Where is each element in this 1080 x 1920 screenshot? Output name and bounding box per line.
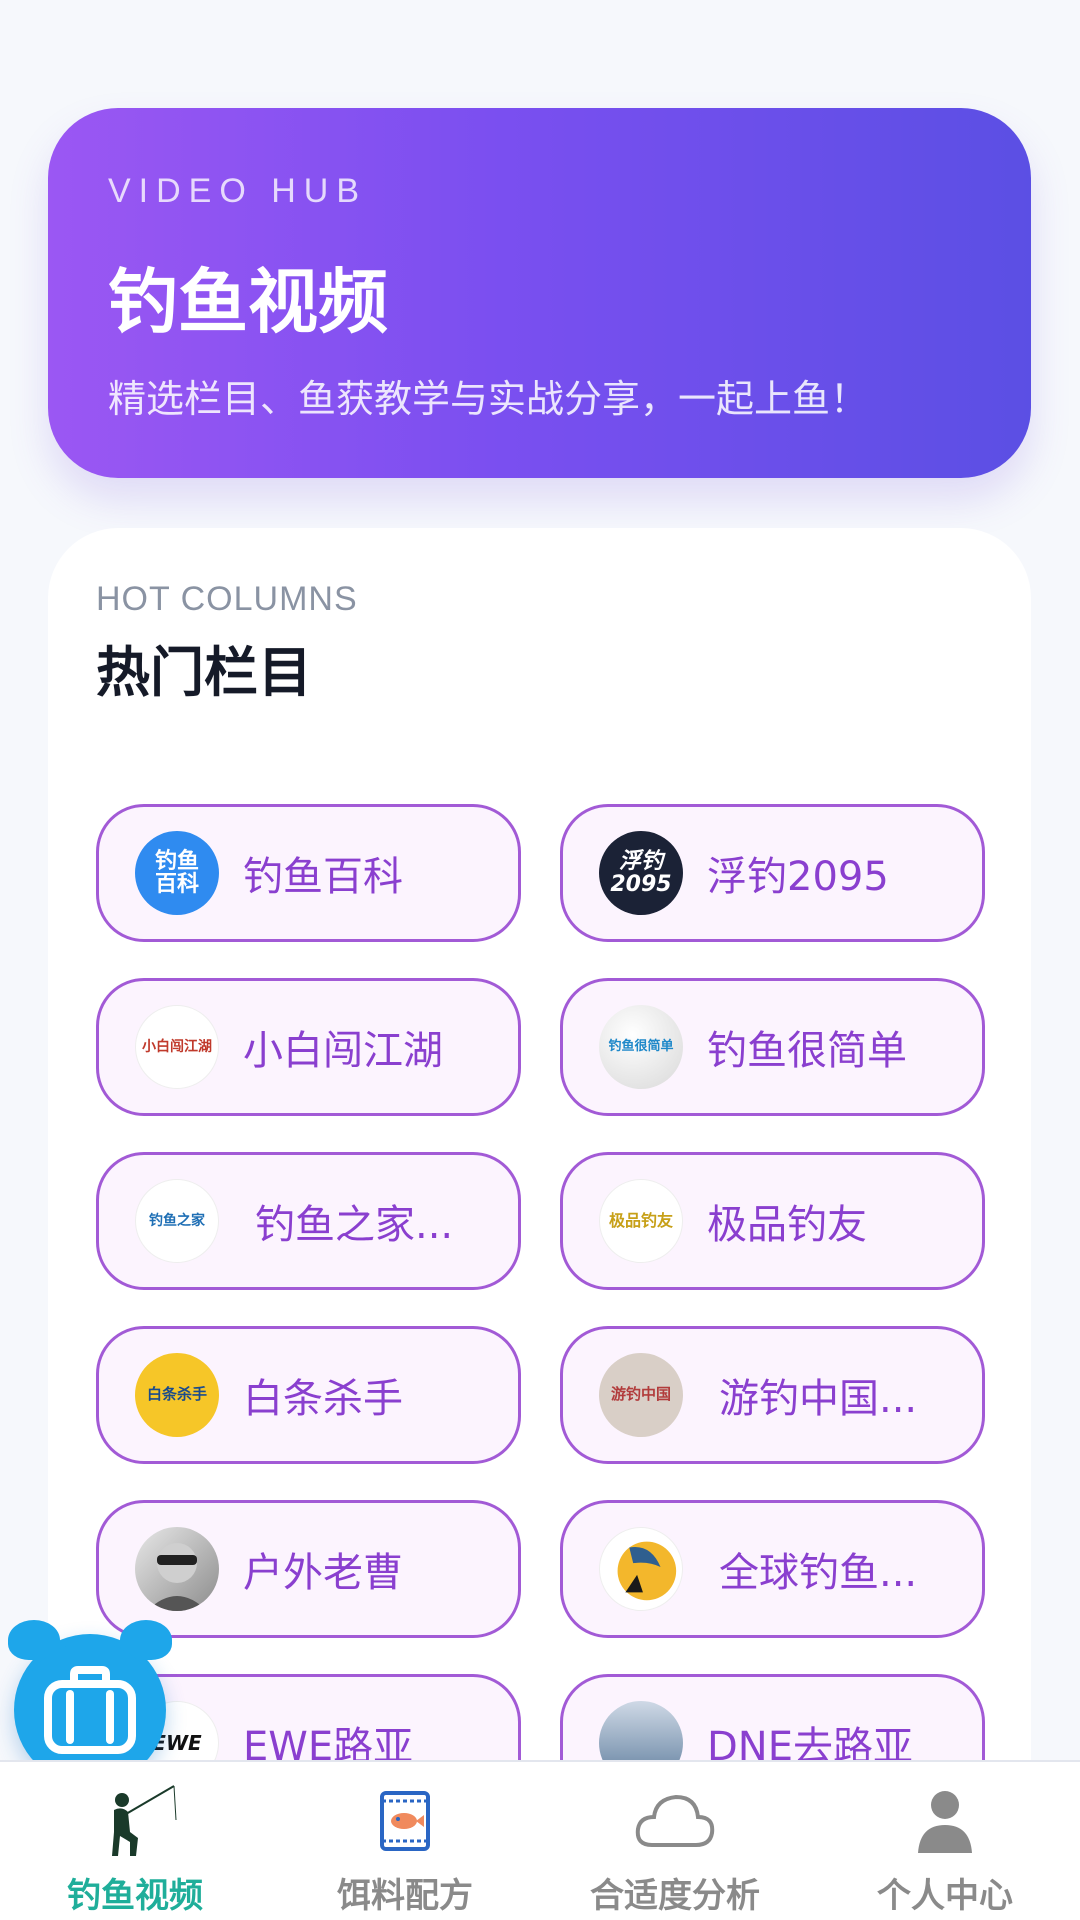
column-chip[interactable]: 游钓中国 游钓中国... [560, 1326, 985, 1464]
column-avatar-icon: 钓鱼 百科 [135, 831, 219, 915]
column-label: 小白闯江湖 [243, 1028, 443, 1074]
fisherman-icon [90, 1780, 180, 1860]
column-chip[interactable]: 极品钓友 极品钓友 [560, 1152, 985, 1290]
portrait-avatar-icon [135, 1527, 219, 1611]
nav-item-analysis[interactable]: 合适度分析 [540, 1762, 810, 1920]
column-label: 浮钓2095 [707, 854, 889, 900]
column-label: 白条杀手 [243, 1376, 403, 1422]
fishing-logo-icon [599, 1527, 683, 1611]
column-chip[interactable]: 钓鱼很简单 钓鱼很简单 [560, 978, 985, 1116]
column-label: 户外老曹 [243, 1550, 403, 1596]
column-avatar-icon: 游钓中国 [599, 1353, 683, 1437]
column-label: 钓鱼之家... [255, 1202, 454, 1248]
column-chip[interactable]: 钓鱼之家 钓鱼之家... [96, 1152, 521, 1290]
nav-label: 钓鱼视频 [67, 1876, 203, 1916]
column-label: 全球钓鱼... [719, 1550, 918, 1596]
column-label: 极品钓友 [707, 1202, 867, 1248]
column-avatar-icon: 钓鱼之家 [135, 1179, 219, 1263]
column-label: 钓鱼很简单 [707, 1028, 907, 1074]
nav-item-videos[interactable]: 钓鱼视频 [0, 1762, 270, 1920]
column-avatar-icon: 钓鱼很简单 [599, 1005, 683, 1089]
column-avatar-icon: 浮钓 2095 [599, 831, 683, 915]
bait-bag-icon [360, 1780, 450, 1860]
section-eyebrow: HOT COLUMNS [96, 580, 358, 618]
nav-label: 个人中心 [877, 1876, 1013, 1916]
hot-columns-card: HOT COLUMNS 热门栏目 钓鱼 百科 钓鱼百科 浮钓 2095 浮钓2095… [48, 528, 1031, 1920]
column-chip[interactable]: 钓鱼 百科 钓鱼百科 [96, 804, 521, 942]
nav-label: 饵料配方 [337, 1876, 473, 1916]
nav-item-profile[interactable]: 个人中心 [810, 1762, 1080, 1920]
hero-eyebrow: VIDEO HUB [108, 172, 368, 210]
column-avatar-icon: 白条杀手 [135, 1353, 219, 1437]
cloud-icon [630, 1780, 720, 1860]
column-label: 钓鱼百科 [243, 854, 403, 900]
bottom-nav: 钓鱼视频 饵料配方 合适度分析 个人中心 [0, 1760, 1080, 1920]
person-icon [900, 1780, 990, 1860]
hero-subtitle: 精选栏目、鱼获教学与实战分享，一起上鱼！ [108, 377, 869, 421]
column-chip[interactable]: 户外老曹 [96, 1500, 521, 1638]
nav-item-bait[interactable]: 饵料配方 [270, 1762, 540, 1920]
column-avatar-icon: 极品钓友 [599, 1179, 683, 1263]
column-chip[interactable]: 浮钓 2095 浮钓2095 [560, 804, 985, 942]
nav-label: 合适度分析 [590, 1876, 760, 1916]
column-label: 游钓中国... [719, 1376, 918, 1422]
column-chip[interactable]: 白条杀手 白条杀手 [96, 1326, 521, 1464]
column-chip[interactable]: 全球钓鱼... [560, 1500, 985, 1638]
hero-banner: VIDEO HUB 钓鱼视频 精选栏目、鱼获教学与实战分享，一起上鱼！ [48, 108, 1031, 478]
column-avatar-icon: 小白闯江湖 [135, 1005, 219, 1089]
page-title: 钓鱼视频 [108, 261, 388, 343]
section-title: 热门栏目 [96, 641, 312, 704]
column-chip[interactable]: 小白闯江湖 小白闯江湖 [96, 978, 521, 1116]
